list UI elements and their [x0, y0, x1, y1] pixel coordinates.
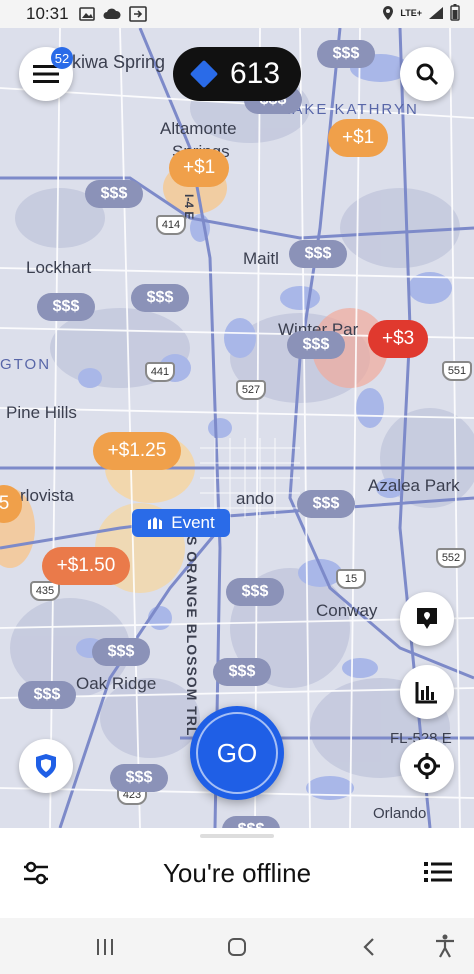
price-bubble[interactable]: $$$ — [289, 240, 347, 268]
price-bubble[interactable]: $$$ — [92, 638, 150, 666]
drag-handle[interactable] — [200, 834, 274, 838]
place-label: Altamonte — [160, 119, 237, 138]
go-button[interactable]: GO — [190, 706, 284, 800]
surge-bubble[interactable]: +$1 — [169, 149, 230, 187]
points-counter[interactable]: 613 — [173, 47, 301, 101]
price-bubble[interactable]: $$$ — [213, 658, 271, 686]
place-label: Orlando — [373, 805, 427, 822]
destination-filter-button[interactable] — [400, 592, 454, 646]
search-icon — [416, 63, 439, 86]
accessibility-icon[interactable] — [434, 934, 456, 958]
recent-apps-icon[interactable] — [95, 938, 115, 956]
price-bubble[interactable]: $$$ — [37, 293, 95, 321]
earnings-button[interactable] — [400, 665, 454, 719]
price-bubble[interactable]: $$$ — [226, 578, 284, 606]
place-label: rlovista — [20, 486, 74, 505]
network-type: LTE+ — [400, 7, 422, 18]
surge-bubble[interactable]: +$3 — [368, 320, 429, 358]
points-value: 613 — [229, 57, 281, 90]
price-bubble[interactable]: $$$ — [297, 490, 355, 518]
system-nav-bar — [0, 918, 474, 974]
image-icon — [78, 7, 95, 21]
back-icon[interactable] — [362, 937, 376, 957]
location-icon — [383, 5, 394, 20]
highway-shield: 441 — [145, 362, 175, 382]
price-bubble[interactable]: $$$ — [110, 764, 168, 792]
surge-bubble[interactable]: +$1.25 — [93, 432, 181, 470]
bottom-panel[interactable]: You're offline — [0, 828, 474, 918]
go-label: GO — [216, 737, 258, 768]
stadium-icon — [148, 517, 163, 529]
safety-button[interactable] — [19, 739, 73, 793]
diamond-icon — [189, 59, 219, 89]
place-label: Lockhart — [26, 258, 92, 277]
price-bubble[interactable]: $$$ — [317, 40, 375, 68]
status-bar: 10:31 LTE+ — [0, 0, 474, 28]
signal-icon — [429, 6, 443, 19]
map-pin-icon — [417, 608, 437, 629]
recenter-button[interactable] — [400, 739, 454, 793]
list-button[interactable] — [424, 861, 452, 888]
highway-shield: 551 — [442, 361, 472, 381]
place-label: Oak Ridge — [76, 674, 157, 693]
road-label: S ORANGE BLOSSOM TRL — [184, 536, 200, 737]
price-bubble[interactable]: $$$ — [287, 331, 345, 359]
highway-shield: 527 — [236, 380, 266, 400]
highway-shield: 15 — [336, 569, 366, 589]
place-label: ando — [236, 489, 274, 508]
price-bubble[interactable]: $$$ — [222, 816, 280, 828]
highway-shield: 414 — [156, 215, 186, 235]
cast-icon — [128, 6, 147, 22]
battery-icon — [450, 4, 460, 21]
cloud-icon — [103, 8, 121, 19]
driver-status: You're offline — [162, 858, 312, 888]
surge-bubble[interactable]: +$1 — [328, 119, 389, 157]
list-icon — [424, 862, 452, 882]
notification-badge: 52 — [51, 47, 73, 69]
bar-chart-icon — [415, 682, 437, 704]
place-label: ekiwa Spring — [62, 52, 166, 72]
shield-icon — [36, 754, 56, 778]
price-bubble[interactable]: $$$ — [85, 180, 143, 208]
event-pin[interactable]: Event — [132, 509, 230, 537]
place-label: Maitl — [243, 249, 279, 268]
event-label: Event — [171, 513, 215, 532]
surge-bubble[interactable]: +$1.50 — [42, 547, 130, 585]
place-label: Conway — [316, 601, 378, 620]
locate-icon — [414, 753, 440, 779]
search-button[interactable] — [400, 47, 454, 101]
home-icon[interactable] — [227, 937, 247, 957]
place-label: Azalea Park — [368, 476, 460, 495]
go-button-ring: GO — [196, 712, 278, 794]
price-bubble[interactable]: $$$ — [131, 284, 189, 312]
price-bubble[interactable]: $$$ — [18, 681, 76, 709]
highway-shield: 552 — [436, 548, 466, 568]
place-label: LAKE KATHRYN — [282, 101, 419, 118]
status-time: 10:31 — [26, 4, 69, 23]
place-label: GTON — [0, 356, 52, 373]
place-label: Pine Hills — [6, 403, 77, 422]
